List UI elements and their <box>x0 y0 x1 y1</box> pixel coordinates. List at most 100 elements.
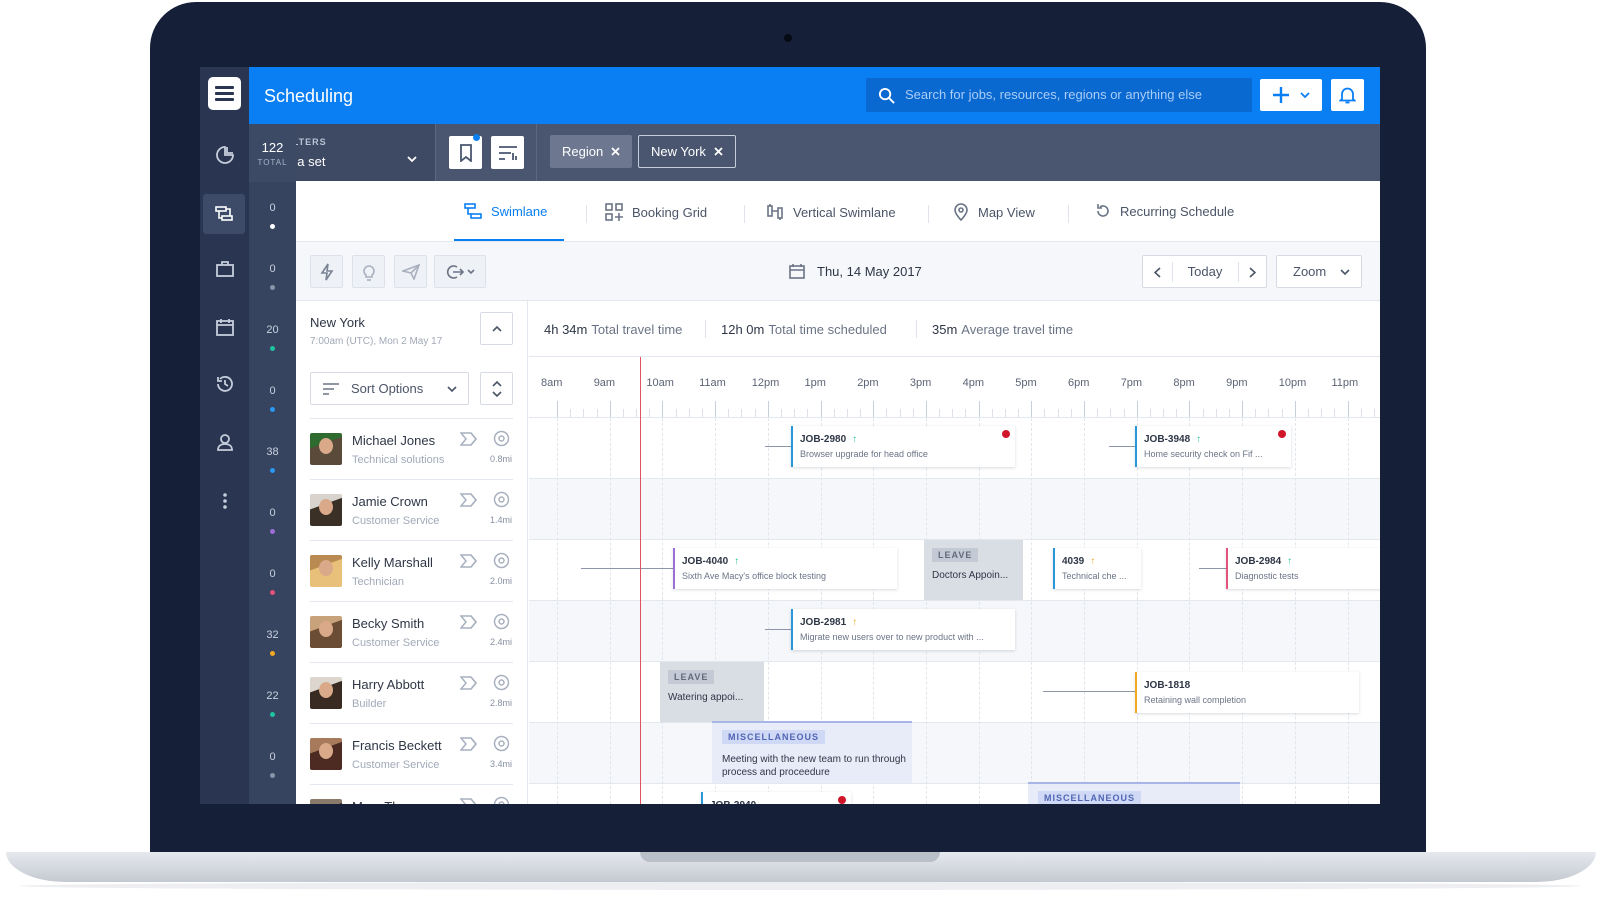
close-icon[interactable] <box>611 147 620 156</box>
sort-options-dropdown[interactable]: Sort Options <box>310 372 469 405</box>
avatar <box>310 555 342 587</box>
current-date[interactable]: Thu, 14 May 2017 <box>789 263 922 279</box>
tab-swimlane[interactable]: Swimlane <box>464 203 547 219</box>
skills-tag-icon[interactable] <box>460 676 482 690</box>
chevron-right-icon[interactable] <box>1249 267 1256 278</box>
count-cell: 38 <box>249 446 296 473</box>
location-icon[interactable] <box>493 613 510 630</box>
chevron-left-icon[interactable] <box>1154 267 1161 278</box>
count-cell: 0 <box>249 751 296 778</box>
location-icon[interactable] <box>493 735 510 752</box>
resource-column: New York 7:00am (UTC), Mon 2 May 17 Sort… <box>296 301 528 804</box>
avatar <box>310 494 342 526</box>
auto-schedule-button[interactable] <box>310 255 343 288</box>
jobs-briefcase-icon[interactable] <box>200 249 249 289</box>
hour-tick <box>557 401 558 417</box>
resource-role: Technician <box>352 576 404 588</box>
divider <box>586 205 587 223</box>
add-new-button[interactable] <box>1260 79 1322 111</box>
skills-tag-icon[interactable] <box>460 737 482 751</box>
job-card[interactable]: JOB-3948 ↑ Home security check on Fif ... <box>1135 426 1291 467</box>
leave-block[interactable]: LEAVE Watering appoi... <box>660 662 764 722</box>
quarter-tick <box>939 409 941 417</box>
count-value: 0 <box>269 568 276 580</box>
job-card[interactable]: JOB-2980 ↑ Browser upgrade for head offic… <box>791 426 1015 467</box>
notifications-button[interactable] <box>1331 79 1364 111</box>
resource-row[interactable]: Harry Abbott Builder 2.8mi <box>310 662 513 723</box>
sort-direction-button[interactable] <box>480 372 513 405</box>
search-input[interactable]: Search for jobs, resources, regions or a… <box>866 78 1252 112</box>
location-icon[interactable] <box>493 674 510 691</box>
user-profile-icon[interactable] <box>200 422 249 462</box>
avatar <box>310 738 342 770</box>
tab-vertical-swimlane[interactable]: Vertical Swimlane <box>766 203 896 221</box>
calendar-nav-icon[interactable] <box>200 307 249 347</box>
dashboard-icon[interactable] <box>200 135 249 175</box>
filter-options-button[interactable] <box>491 136 524 169</box>
location-icon[interactable] <box>493 552 510 569</box>
job-card[interactable]: JOB-2984 ↑ Diagnostic tests <box>1226 548 1380 589</box>
resource-distance: 3.4mi <box>489 759 512 769</box>
count-value: 20 <box>266 324 279 336</box>
collapse-region-button[interactable] <box>480 312 513 345</box>
resource-distance: 1.4mi <box>489 515 512 525</box>
tab-map-view[interactable]: Map View <box>953 203 1035 221</box>
job-card[interactable]: JOB-3940 <box>701 792 851 804</box>
resource-row[interactable]: Michael Jones Technical solutions 0.8mi <box>310 418 513 479</box>
menu-logo-icon[interactable] <box>208 77 241 110</box>
filter-chip-region[interactable]: Region <box>550 135 633 168</box>
view-tabs: Swimlane Booking Grid Vertical Swimlane … <box>296 181 1380 242</box>
divider <box>928 205 929 223</box>
location-icon[interactable] <box>493 491 510 508</box>
avatar-face <box>319 621 333 637</box>
job-card[interactable]: 4039 ↑ Technical che ... <box>1053 548 1141 589</box>
skills-tag-icon[interactable] <box>460 798 482 804</box>
tab-booking-grid[interactable]: Booking Grid <box>605 203 707 221</box>
resource-row[interactable]: Mary Thomas <box>310 784 513 804</box>
leave-block[interactable]: LEAVE Doctors Appoin... <box>924 540 1023 600</box>
swimlane-nav-icon[interactable] <box>203 194 245 234</box>
zoom-dropdown[interactable]: Zoom <box>1276 255 1362 288</box>
tab-recurring-schedule[interactable]: Recurring Schedule <box>1095 203 1234 219</box>
job-title: JOB-3940 <box>710 800 756 804</box>
resource-row[interactable]: Becky Smith Customer Service 2.4mi <box>310 601 513 662</box>
export-dropdown-button[interactable] <box>434 255 486 288</box>
resource-row[interactable]: Kelly Marshall Technician 2.0mi <box>310 540 513 601</box>
bookmark-filter-button[interactable] <box>449 134 482 169</box>
hour-tick <box>978 401 980 417</box>
history-icon[interactable] <box>200 364 249 404</box>
more-options-icon[interactable] <box>200 481 249 521</box>
hour-tick <box>1084 401 1085 417</box>
skills-tag-icon[interactable] <box>460 493 482 507</box>
resource-row[interactable]: Jamie Crown Customer Service 1.4mi <box>310 479 513 540</box>
skills-tag-icon[interactable] <box>460 615 482 629</box>
miscellaneous-block[interactable]: MISCELLANEOUS Meeting with the new team … <box>712 721 912 783</box>
location-icon[interactable] <box>493 430 510 447</box>
hour-label: 10am <box>646 377 674 389</box>
notification-dot <box>473 134 480 141</box>
miscellaneous-block[interactable]: MISCELLANEOUS <box>1028 782 1240 804</box>
status-dot <box>270 712 275 717</box>
filter-chip-new-york[interactable]: New York <box>638 135 736 168</box>
quarter-tick <box>675 409 677 417</box>
job-card[interactable]: JOB-1818 Retaining wall completion <box>1135 672 1359 713</box>
divider <box>1238 262 1239 282</box>
skills-tag-icon[interactable] <box>460 554 482 568</box>
quarter-tick <box>860 409 862 417</box>
suggestions-button[interactable] <box>352 255 385 288</box>
chevron-down-icon <box>407 156 417 163</box>
leave-text: Watering appoi... <box>668 692 744 703</box>
job-card[interactable]: JOB-2981 ↑ Migrate new users over to new … <box>791 609 1015 650</box>
status-dot <box>270 590 275 595</box>
travel-line <box>581 568 673 569</box>
skills-tag-icon[interactable] <box>460 432 482 446</box>
location-icon[interactable] <box>493 796 510 804</box>
close-icon[interactable] <box>714 147 723 156</box>
dispatch-button[interactable] <box>394 255 427 288</box>
quarter-tick <box>570 409 572 417</box>
resource-row[interactable]: Francis Beckett Customer Service 3.4mi <box>310 723 513 784</box>
status-dot <box>270 285 275 290</box>
today-button[interactable]: Today <box>1173 264 1237 279</box>
job-card[interactable]: JOB-4040 ↑ Sixth Ave Macy's office block … <box>673 548 897 589</box>
hour-label: 1pm <box>804 377 826 389</box>
